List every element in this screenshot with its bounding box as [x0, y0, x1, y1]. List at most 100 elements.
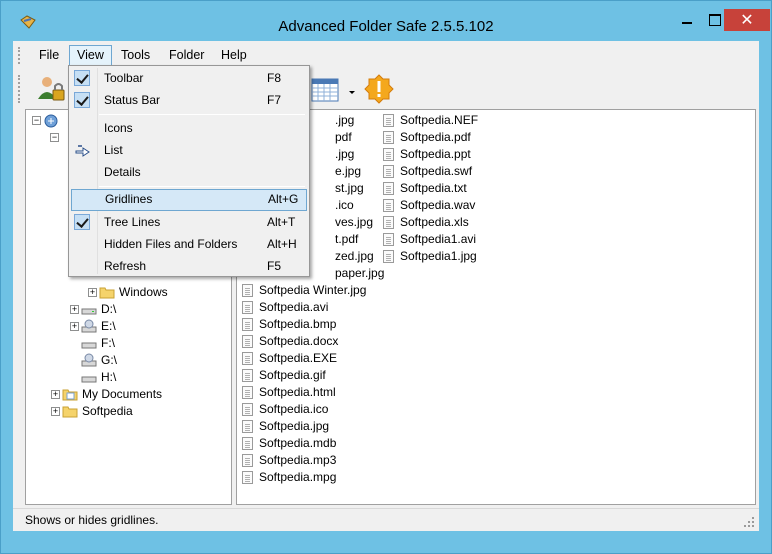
- menu-view[interactable]: View: [69, 45, 112, 66]
- computer-icon: [44, 114, 58, 128]
- list-item[interactable]: Softpedia.pdf: [382, 129, 471, 146]
- file-icon: [242, 318, 253, 331]
- calendar-icon[interactable]: [309, 73, 341, 105]
- drive-icon: [81, 308, 97, 315]
- title-bar[interactable]: Advanced Folder Safe 2.5.5.102 ✕: [1, 1, 771, 39]
- list-item[interactable]: Softpedia.swf: [382, 163, 472, 180]
- menu-file[interactable]: File: [32, 45, 66, 66]
- file-icon: [242, 403, 253, 416]
- list-item[interactable]: Softpedia.gif: [241, 367, 326, 384]
- warning-icon[interactable]: [363, 73, 395, 105]
- list-item[interactable]: Softpedia.NEF: [382, 112, 478, 129]
- list-item[interactable]: Softpedia.jpg: [241, 418, 329, 435]
- menu-item-status-bar[interactable]: Status Bar F7: [71, 89, 307, 111]
- file-icon: [383, 250, 394, 263]
- menu-item-refresh[interactable]: Refresh F5: [71, 255, 307, 277]
- list-item[interactable]: Softpedia1.avi: [382, 231, 476, 248]
- close-icon: ✕: [740, 12, 754, 29]
- list-item[interactable]: Softpedia.xls: [382, 214, 469, 231]
- file-icon: [242, 437, 253, 450]
- selected-arrow-icon: [75, 145, 90, 157]
- menu-separator: [99, 114, 305, 115]
- tree-label: H:\: [101, 370, 117, 384]
- list-item[interactable]: Softpedia.docx: [241, 333, 338, 350]
- list-item[interactable]: Softpedia1.jpg: [382, 248, 477, 265]
- file-icon: [242, 386, 253, 399]
- file-icon: [242, 335, 253, 348]
- list-item[interactable]: Softpedia.mdb: [241, 435, 336, 452]
- list-item[interactable]: Softpedia.mpg: [241, 469, 336, 486]
- menu-item-list[interactable]: List: [71, 139, 307, 161]
- menu-tools[interactable]: Tools: [114, 45, 157, 66]
- menu-help[interactable]: Help: [214, 45, 254, 66]
- folder-icon: [99, 287, 115, 299]
- list-item[interactable]: Softpedia.mp3: [241, 452, 336, 469]
- menu-item-details[interactable]: Details: [71, 161, 307, 183]
- file-icon: [242, 471, 253, 484]
- menu-grip[interactable]: [18, 47, 21, 64]
- dropdown-arrow-icon[interactable]: [346, 73, 358, 105]
- view-menu-dropdown: Toolbar F8 Status Bar F7 Icons List Deta…: [68, 65, 310, 277]
- list-item[interactable]: zed.jpg: [317, 248, 374, 265]
- expand-toggle[interactable]: +: [51, 407, 60, 416]
- list-item[interactable]: Softpedia.wav: [382, 197, 475, 214]
- file-icon: [383, 233, 394, 246]
- tree-label: Softpedia: [82, 404, 133, 418]
- menu-item-tree-lines[interactable]: Tree Lines Alt+T: [71, 211, 307, 233]
- checkmark-icon: [74, 92, 90, 108]
- list-item[interactable]: t.pdf: [317, 231, 358, 248]
- expand-toggle[interactable]: +: [88, 288, 97, 297]
- toolbar-grip[interactable]: [18, 75, 21, 103]
- menu-item-hidden-files[interactable]: Hidden Files and Folders Alt+H: [71, 233, 307, 255]
- drive-icon: [81, 376, 97, 383]
- list-item[interactable]: ves.jpg: [317, 214, 373, 231]
- tree-label: My Documents: [82, 387, 163, 401]
- collapse-toggle[interactable]: −: [32, 116, 41, 125]
- menu-item-toolbar[interactable]: Toolbar F8: [71, 67, 307, 89]
- cd-drive-icon: [81, 353, 97, 367]
- list-item[interactable]: st.jpg: [317, 180, 364, 197]
- list-item[interactable]: paper.jpg: [317, 265, 384, 282]
- tree-label: D:\: [101, 302, 117, 316]
- menu-item-gridlines[interactable]: Gridlines Alt+G: [71, 189, 307, 211]
- list-item[interactable]: .jpg: [317, 112, 354, 129]
- file-icon: [383, 131, 394, 144]
- menu-item-icons[interactable]: Icons: [71, 117, 307, 139]
- list-item[interactable]: Softpedia.bmp: [241, 316, 336, 333]
- minimize-button[interactable]: [674, 9, 700, 31]
- drive-icon: [81, 342, 97, 349]
- list-item[interactable]: Softpedia.EXE: [241, 350, 337, 367]
- list-item[interactable]: pdf: [317, 129, 352, 146]
- list-item[interactable]: Softpedia.avi: [241, 299, 328, 316]
- file-icon: [242, 369, 253, 382]
- tree-label: F:\: [101, 336, 115, 350]
- list-item[interactable]: e.jpg: [317, 163, 361, 180]
- list-item[interactable]: Softpedia.txt: [382, 180, 467, 197]
- close-button[interactable]: ✕: [724, 9, 770, 31]
- expand-toggle[interactable]: +: [70, 305, 79, 314]
- menu-folder[interactable]: Folder: [162, 45, 211, 66]
- resize-grip-icon[interactable]: [743, 516, 755, 528]
- file-list[interactable]: .jpg pdf .jpg e.jpg st.jpg .ico ves.jpg …: [236, 109, 756, 505]
- users-lock-icon[interactable]: [35, 73, 67, 105]
- list-item[interactable]: .ico: [317, 197, 354, 214]
- list-item[interactable]: .jpg: [317, 146, 354, 163]
- file-icon: [242, 352, 253, 365]
- checkmark-icon: [74, 70, 90, 86]
- list-item[interactable]: Softpedia.ppt: [382, 146, 471, 163]
- expand-toggle[interactable]: +: [51, 390, 60, 399]
- list-item[interactable]: Softpedia.ico: [241, 401, 328, 418]
- list-item[interactable]: Softpedia.html: [241, 384, 336, 401]
- file-icon: [242, 420, 253, 433]
- expand-toggle[interactable]: +: [70, 322, 79, 331]
- tree-label: Windows: [119, 285, 168, 299]
- checkmark-icon: [74, 214, 90, 230]
- status-bar: Shows or hides gridlines.: [13, 508, 759, 531]
- file-icon: [242, 284, 253, 297]
- tree-label: E:\: [101, 319, 116, 333]
- file-icon: [383, 199, 394, 212]
- collapse-toggle[interactable]: −: [50, 133, 59, 142]
- file-icon: [383, 114, 394, 127]
- list-item[interactable]: Softpedia Winter.jpg: [241, 282, 366, 299]
- file-icon: [383, 216, 394, 229]
